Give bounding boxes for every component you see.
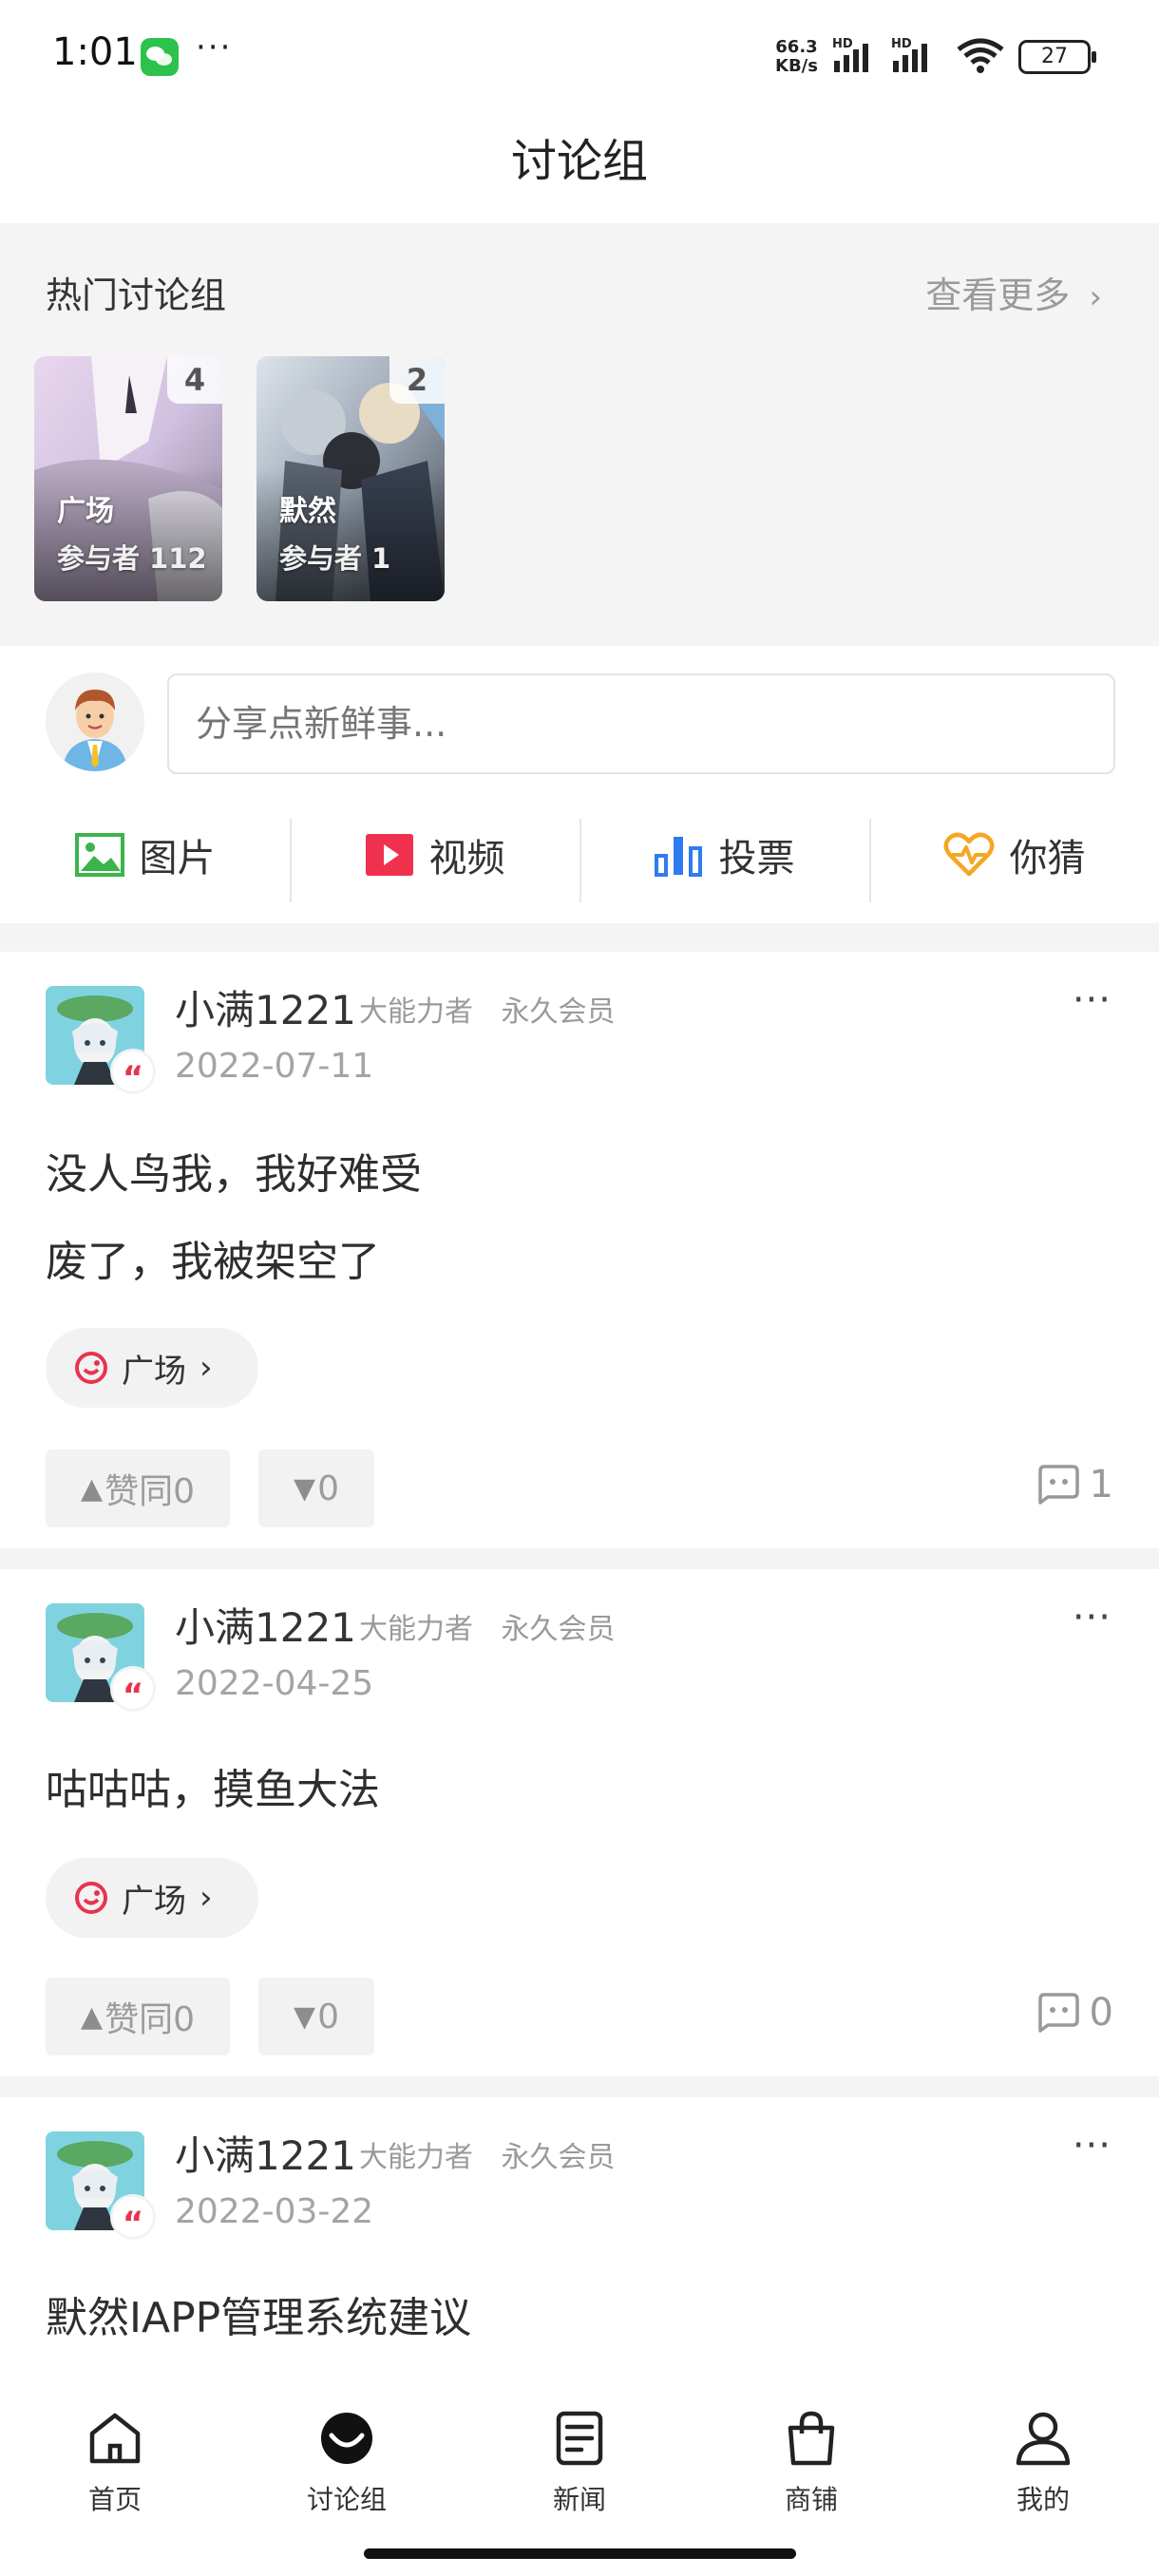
wechat-notification-icon: [141, 38, 179, 76]
post-text-line: 默然IAPP管理系统建议: [46, 2294, 472, 2342]
author-tag: 大能力者: [359, 1613, 473, 1646]
battery-indicator: 27: [1018, 40, 1096, 74]
section-divider: [0, 2076, 1159, 2097]
group-post-count: 4: [167, 356, 222, 404]
more-notifications-icon: ···: [196, 28, 233, 66]
group-post-count: 2: [390, 356, 445, 404]
status-time: 1:01: [52, 30, 138, 74]
triangle-down-icon: ▼: [294, 1471, 316, 1506]
svg-text:HD: HD: [832, 37, 853, 51]
post-date: 2022-04-25: [175, 1664, 374, 1703]
post-guess-button[interactable]: 你猜: [869, 807, 1159, 902]
nav-home[interactable]: 首页: [20, 2411, 210, 2517]
group-participants: 参与者 112: [57, 542, 207, 575]
author-tag: 大能力者: [359, 2141, 473, 2174]
chevron-right-icon: ›: [200, 1879, 213, 1917]
author-tag: 大能力者: [359, 995, 473, 1029]
comment-icon: [1037, 1465, 1079, 1505]
post-composer: 图片 视频 投票 你猜: [0, 646, 1159, 923]
author-tags: 大能力者 永久会员: [359, 2133, 635, 2175]
post-text-line: 没人鸟我，我好难受: [46, 1150, 422, 1199]
post-vote-button[interactable]: 投票: [580, 807, 869, 902]
post-card[interactable]: “ 小满1221 大能力者 永久会员 2022-04-25 ··· 咕咕咕，摸鱼…: [0, 1569, 1159, 2076]
share-post-input[interactable]: [167, 673, 1115, 774]
profile-icon: [1016, 2412, 1071, 2466]
see-more-link[interactable]: 查看更多 ›: [925, 266, 1102, 318]
vote-chart-icon: [654, 837, 702, 877]
image-icon: [74, 833, 124, 877]
quote-badge-icon: “: [110, 2194, 156, 2243]
group-tag-chip[interactable]: 广场 ›: [46, 1858, 258, 1938]
news-icon: [556, 2411, 603, 2466]
discussion-icon: [321, 2413, 372, 2464]
post-video-button[interactable]: 视频: [290, 807, 580, 902]
section-divider: [0, 1548, 1159, 1569]
nav-profile[interactable]: 我的: [948, 2411, 1138, 2517]
heart-pulse-icon: [943, 832, 994, 877]
hot-group-card-moran[interactable]: 2 默然 参与者 1: [256, 356, 445, 601]
post-image-button[interactable]: 图片: [0, 807, 290, 902]
author-name[interactable]: 小满1221: [175, 2124, 356, 2182]
quote-badge-icon: “: [110, 1666, 156, 1714]
triangle-down-icon: ▼: [294, 1999, 316, 2034]
quote-badge-icon: “: [110, 1049, 156, 1097]
chevron-right-icon: ›: [1089, 278, 1102, 316]
page-title: 讨论组: [510, 135, 648, 188]
nav-discussion[interactable]: 讨论组: [252, 2411, 442, 2517]
group-participants: 参与者 1: [279, 542, 391, 575]
upvote-button[interactable]: ▲ 赞同0: [46, 1449, 230, 1527]
comment-icon: [1037, 1993, 1079, 2033]
home-icon: [89, 2413, 141, 2464]
shop-bag-icon: [788, 2411, 835, 2466]
section-divider: [0, 923, 1159, 952]
author-tag: 永久会员: [501, 1613, 616, 1646]
home-indicator[interactable]: [364, 2548, 796, 2559]
group-name: 广场: [57, 495, 114, 528]
post-date: 2022-07-11: [175, 1047, 374, 1086]
chevron-right-icon: ›: [200, 1349, 213, 1387]
post-card[interactable]: “ 小满1221 大能力者 永久会员 2022-03-22 ··· 默然IAPP…: [0, 2097, 1159, 2382]
wifi-icon: [957, 38, 1004, 73]
hot-groups-title: 热门讨论组: [46, 275, 227, 316]
hot-groups-panel: 热门讨论组 查看更多 › 4 广场 参与者 112 2 默然 参与者 1: [0, 223, 1159, 646]
author-name[interactable]: 小满1221: [175, 978, 356, 1036]
comment-button[interactable]: 0: [1036, 1991, 1113, 2035]
group-logo-icon: [75, 1882, 107, 1914]
post-type-actions: 图片 视频 投票 你猜: [0, 807, 1159, 902]
author-name[interactable]: 小满1221: [175, 1596, 356, 1654]
author-tag: 永久会员: [501, 2141, 616, 2174]
group-tag-chip[interactable]: 广场 ›: [46, 1328, 258, 1408]
hot-group-card-plaza[interactable]: 4 广场 参与者 112: [34, 356, 222, 601]
group-name: 默然: [279, 495, 336, 528]
author-tag: 永久会员: [501, 995, 616, 1029]
post-text-line: 咕咕咕，摸鱼大法: [46, 1766, 380, 1814]
downvote-button[interactable]: ▼ 0: [258, 1449, 374, 1527]
more-options-button[interactable]: ···: [1073, 1596, 1112, 1639]
more-options-button[interactable]: ···: [1073, 978, 1112, 1022]
user-avatar[interactable]: [46, 672, 144, 771]
group-logo-icon: [75, 1352, 107, 1384]
more-options-button[interactable]: ···: [1073, 2124, 1112, 2168]
cartoon-avatar-icon: [46, 672, 144, 771]
author-tags: 大能力者 永久会员: [359, 1605, 635, 1647]
signal-2-icon: HD: [891, 37, 927, 72]
network-speed: 66.3 KB/s: [775, 37, 818, 76]
triangle-up-icon: ▲: [81, 1999, 104, 2034]
triangle-up-icon: ▲: [81, 1471, 104, 1506]
post-card[interactable]: “ 小满1221 大能力者 永久会员 2022-07-11 ··· 没人鸟我，我…: [0, 952, 1159, 1548]
status-bar: 1:01 ··· 66.3 KB/s HD HD 27: [0, 0, 1159, 114]
upvote-button[interactable]: ▲ 赞同0: [46, 1978, 230, 2055]
bottom-navigation: 首页 讨论组 新闻 商铺 我的: [0, 2382, 1159, 2576]
post-date: 2022-03-22: [175, 2192, 374, 2231]
downvote-button[interactable]: ▼ 0: [258, 1978, 374, 2055]
nav-news[interactable]: 新闻: [484, 2411, 674, 2517]
svg-text:HD: HD: [891, 37, 912, 51]
signal-1-icon: HD: [832, 37, 868, 72]
post-text-line: 废了，我被架空了: [46, 1238, 380, 1286]
video-icon: [365, 834, 413, 876]
comment-button[interactable]: 1: [1036, 1463, 1113, 1506]
author-tags: 大能力者 永久会员: [359, 988, 635, 1030]
nav-shop[interactable]: 商铺: [716, 2411, 906, 2517]
